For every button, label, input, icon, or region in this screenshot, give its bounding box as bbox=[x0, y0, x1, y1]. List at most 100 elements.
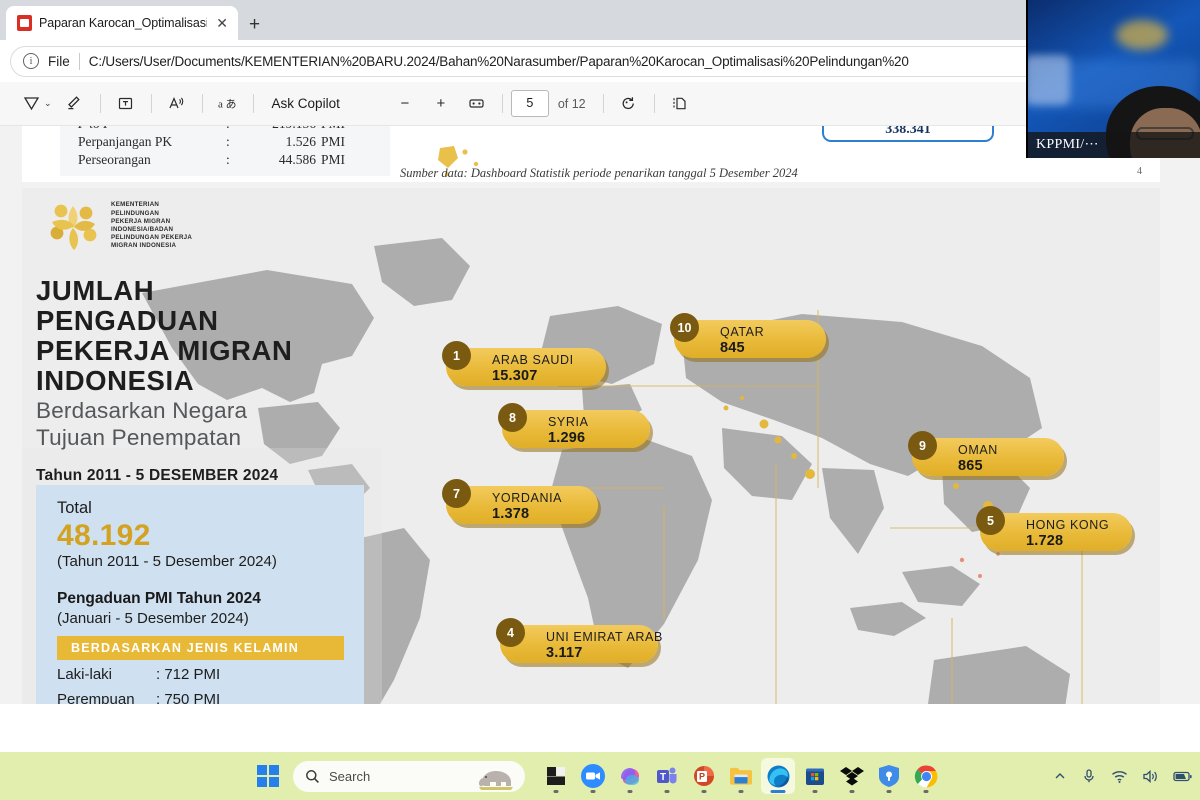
divider bbox=[201, 94, 203, 113]
subtitle-line-2: Tujuan Penempatan bbox=[36, 425, 242, 450]
country-name: ARAB SAUDI bbox=[492, 352, 574, 367]
previous-slide-stats: P to P : 219.156 PMI Perpanjangan PK : 1… bbox=[60, 126, 390, 176]
microsoft-store-icon[interactable] bbox=[798, 758, 832, 794]
running-indicator bbox=[923, 790, 929, 793]
stat-label: Perpanjangan PK bbox=[78, 134, 173, 149]
copilot-icon[interactable] bbox=[613, 758, 647, 794]
dropbox-icon[interactable] bbox=[835, 758, 869, 794]
running-indicator bbox=[770, 790, 786, 793]
search-icon bbox=[306, 769, 319, 783]
zoom-in-button[interactable]: + bbox=[424, 89, 458, 119]
stat-sep: : bbox=[226, 134, 230, 149]
taskbar-center-group: Search TP bbox=[257, 758, 943, 794]
gender-value: : 750 PMI bbox=[156, 691, 221, 704]
file-explorer-icon[interactable] bbox=[724, 758, 758, 794]
show-hidden-icons-chevron[interactable] bbox=[1053, 769, 1067, 783]
divider bbox=[252, 94, 254, 113]
page-total-label: of 12 bbox=[557, 96, 586, 111]
country-name: OMAN bbox=[958, 442, 998, 457]
divider bbox=[99, 94, 101, 113]
title-line-3: PEKERJA MIGRAN bbox=[36, 335, 293, 366]
stat-unit: PMI bbox=[316, 126, 345, 133]
read-aloud-icon[interactable] bbox=[160, 89, 194, 119]
chrome-icon[interactable] bbox=[909, 758, 943, 794]
stat-unit: PMI bbox=[321, 152, 346, 167]
gender-band-label: BERDASARKAN JENIS KELAMIN bbox=[57, 636, 344, 660]
fit-page-icon[interactable] bbox=[460, 89, 494, 119]
rotate-icon[interactable] bbox=[612, 89, 646, 119]
chevron-down-icon[interactable]: ⌄ bbox=[44, 98, 52, 109]
running-indicator bbox=[849, 790, 855, 793]
bitwarden-icon[interactable] bbox=[872, 758, 906, 794]
taskbar-apps: TP bbox=[539, 758, 943, 794]
battery-icon[interactable] bbox=[1173, 769, 1192, 783]
country-rank-badge: 4 bbox=[496, 618, 525, 647]
pdf-file-icon bbox=[17, 15, 32, 31]
running-indicator bbox=[701, 790, 707, 793]
volume-icon[interactable] bbox=[1142, 769, 1159, 784]
ask-copilot-button[interactable]: Ask Copilot bbox=[262, 96, 350, 111]
country-name: UNI EMIRAT ARAB bbox=[546, 629, 663, 644]
kppmi-logo-text: KEMENTERIAN PELINDUNGAN PEKERJA MIGRAN I… bbox=[111, 201, 193, 250]
total-value: 48.192 bbox=[57, 519, 151, 552]
elephant-icon bbox=[478, 770, 513, 790]
divider bbox=[501, 94, 503, 113]
slide-page-number: 4 bbox=[1137, 166, 1142, 177]
list-item: Perpanjangan PK : 1.526 PMI bbox=[78, 133, 390, 151]
list-item: Perempuan : 750 PMI bbox=[57, 689, 364, 704]
zoom-icon[interactable] bbox=[576, 758, 610, 794]
search-input[interactable]: Search bbox=[293, 760, 525, 792]
url-scheme-label: File bbox=[48, 53, 70, 69]
pdf-toolbar: ⌄ aあ Ask Copilot − + 5 of 12 bbox=[0, 82, 1200, 126]
edge-icon[interactable] bbox=[761, 758, 795, 794]
kppmi-logo-mark bbox=[50, 204, 97, 250]
url-text[interactable]: C:/Users/User/Documents/KEMENTERIAN%20BA… bbox=[89, 54, 1177, 69]
stat-label: Perseorangan bbox=[78, 152, 151, 167]
svg-text:a: a bbox=[218, 99, 223, 111]
country-name: SYRIA bbox=[548, 414, 589, 429]
page-title: JUMLAH PENGADUAN PEKERJA MIGRAN INDONESI… bbox=[36, 276, 396, 485]
search-placeholder: Search bbox=[329, 768, 371, 784]
draw-icon[interactable] bbox=[14, 89, 48, 119]
svg-text:P: P bbox=[699, 772, 705, 782]
windows-taskbar: Search TP bbox=[0, 752, 1200, 800]
translate-icon[interactable]: aあ bbox=[211, 89, 245, 119]
list-item: Perseorangan : 44.586 PMI bbox=[78, 151, 390, 169]
svg-text:T: T bbox=[660, 772, 666, 783]
file-explorer-dark-icon[interactable] bbox=[539, 758, 573, 794]
omnibox[interactable]: i File C:/Users/User/Documents/KEMENTERI… bbox=[10, 45, 1190, 77]
start-button[interactable] bbox=[257, 765, 279, 787]
running-indicator bbox=[590, 790, 596, 793]
country-rank-badge: 9 bbox=[908, 431, 937, 460]
wifi-icon[interactable] bbox=[1111, 769, 1128, 784]
summary-info-box: Total 48.192 (Tahun 2011 - 5 Desember 20… bbox=[36, 485, 364, 704]
browser-tab[interactable]: Paparan Karocan_Optimalisasi Pel ✕ bbox=[6, 6, 238, 40]
info-icon[interactable]: i bbox=[23, 53, 39, 69]
teams-icon[interactable]: T bbox=[650, 758, 684, 794]
previous-slide-sliver: P to P : 219.156 PMI Perpanjangan PK : 1… bbox=[22, 126, 1160, 182]
new-tab-button[interactable]: + bbox=[249, 15, 260, 34]
previous-slide-total-pill: 338.341 bbox=[822, 126, 994, 142]
page-view-icon[interactable] bbox=[663, 89, 697, 119]
text-box-icon[interactable] bbox=[109, 89, 143, 119]
country-pill: 7 YORDANIA 1.378 bbox=[442, 479, 598, 524]
running-indicator bbox=[627, 790, 633, 793]
running-indicator bbox=[886, 790, 892, 793]
eraser-icon[interactable] bbox=[58, 89, 92, 119]
powerpoint-icon[interactable]: P bbox=[687, 758, 721, 794]
title-line-2: PENGADUAN bbox=[36, 305, 219, 336]
running-indicator bbox=[738, 790, 744, 793]
microphone-icon[interactable] bbox=[1081, 768, 1097, 784]
address-bar: i File C:/Users/User/Documents/KEMENTERI… bbox=[0, 40, 1200, 82]
webcam-overlay[interactable]: KPPMI/⋯ bbox=[1026, 0, 1200, 158]
stat-label: P to P bbox=[78, 126, 226, 133]
close-icon[interactable]: ✕ bbox=[214, 16, 230, 30]
country-pill: 9 OMAN 865 bbox=[908, 431, 1064, 476]
stat-sep: : bbox=[226, 152, 230, 167]
pdf-viewer[interactable]: P to P : 219.156 PMI Perpanjangan PK : 1… bbox=[0, 126, 1200, 704]
gender-value: : 712 PMI bbox=[156, 666, 221, 683]
page-number-input[interactable]: 5 bbox=[510, 90, 549, 117]
country-rank-badge: 8 bbox=[498, 403, 527, 432]
vertical-scrollbar[interactable] bbox=[1188, 126, 1200, 704]
zoom-out-button[interactable]: − bbox=[388, 89, 422, 119]
